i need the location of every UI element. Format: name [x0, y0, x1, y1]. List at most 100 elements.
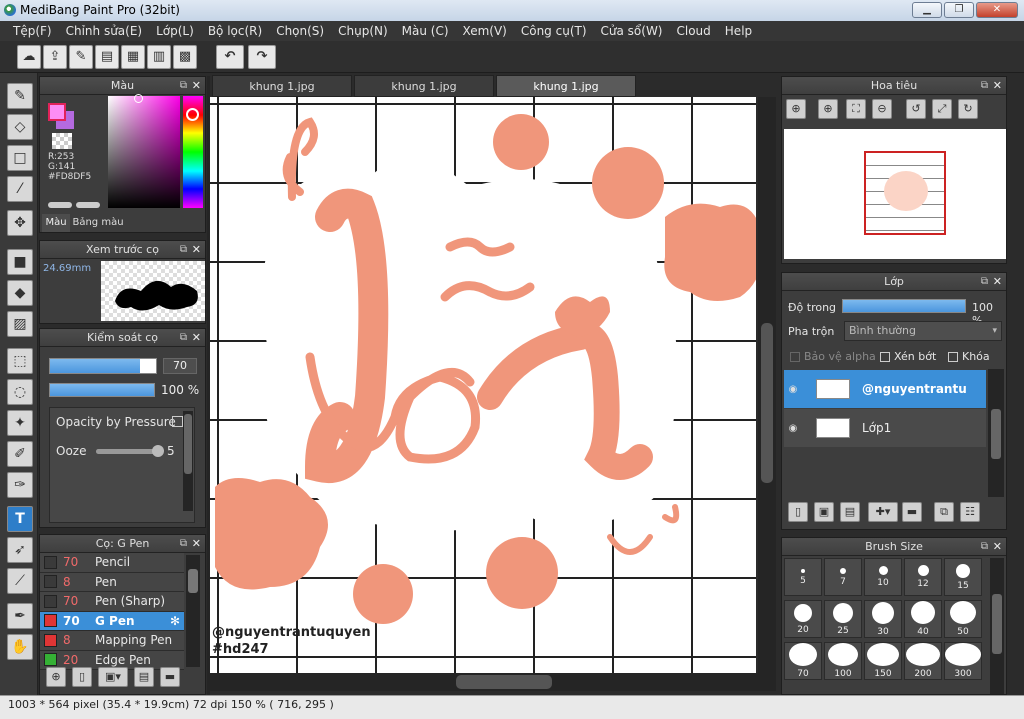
- brush-size-option[interactable]: 100: [824, 642, 862, 680]
- close-button[interactable]: ✕: [976, 2, 1018, 18]
- brush-size-option[interactable]: 5: [784, 558, 822, 596]
- fit-icon[interactable]: ⛶: [846, 99, 866, 119]
- new-layer-icon[interactable]: ▯: [788, 502, 808, 522]
- menu-select[interactable]: Chọn(S): [269, 24, 331, 38]
- menu-view[interactable]: Xem(V): [456, 24, 514, 38]
- picker-cursor[interactable]: [134, 94, 143, 103]
- primary-color-swatch[interactable]: [48, 103, 66, 121]
- eye-icon[interactable]: ◉: [784, 423, 802, 434]
- select-rect-icon[interactable]: ⬚: [7, 348, 33, 374]
- eraser-icon[interactable]: ◇: [7, 114, 33, 140]
- brush-size-option[interactable]: 15: [944, 558, 982, 596]
- rotate-right-icon[interactable]: ↻: [958, 99, 978, 119]
- lasso-icon[interactable]: ◌: [7, 379, 33, 405]
- brush-item[interactable]: 8 Mapping Pen: [40, 631, 184, 651]
- text-icon[interactable]: T: [7, 506, 33, 532]
- brush-size-option[interactable]: 150: [864, 642, 902, 680]
- menu-tools[interactable]: Công cụ(T): [514, 24, 594, 38]
- brush-item[interactable]: 70 Pen (Sharp): [40, 592, 184, 612]
- layer-row-selected[interactable]: ◉ @nguyentrantu: [784, 370, 986, 408]
- reset-icon[interactable]: ⤢: [932, 99, 952, 119]
- undock-icon[interactable]: ⧉: [180, 241, 187, 259]
- panel-close-icon[interactable]: ✕: [192, 77, 201, 95]
- menu-capture[interactable]: Chụp(N): [331, 24, 395, 38]
- brush-size-option[interactable]: 70: [784, 642, 822, 680]
- protect-alpha-checkbox[interactable]: [790, 352, 800, 362]
- menu-file[interactable]: Tệp(F): [6, 24, 59, 38]
- saturation-value-picker[interactable]: [108, 94, 180, 208]
- panel-close-icon[interactable]: ✕: [192, 535, 201, 553]
- folder-icon[interactable]: ▬: [902, 502, 922, 522]
- rectangle-icon[interactable]: □: [7, 145, 33, 171]
- menu-filter[interactable]: Bộ lọc(R): [201, 24, 269, 38]
- merge-layer-icon[interactable]: ⧉: [934, 502, 954, 522]
- brush-item-selected[interactable]: 70 G Pen ✻: [40, 611, 184, 631]
- minimize-button[interactable]: ▁: [912, 2, 942, 18]
- zoom-in-2-icon[interactable]: ⊕: [818, 99, 838, 119]
- brush-settings-icon[interactable]: ▤: [134, 667, 154, 687]
- lock-checkbox[interactable]: [948, 352, 958, 362]
- brush-size-option[interactable]: 200: [904, 642, 942, 680]
- brush-size-option[interactable]: 10: [864, 558, 902, 596]
- undock-icon[interactable]: ⧉: [180, 329, 187, 347]
- brush-item[interactable]: 8 Pen: [40, 572, 184, 592]
- add-layer-dropdown-icon[interactable]: ✚▾: [868, 502, 898, 522]
- ooze-knob[interactable]: [152, 445, 164, 457]
- rotate-left-icon[interactable]: ↺: [906, 99, 926, 119]
- magic-wand-icon[interactable]: ✦: [7, 410, 33, 436]
- navigator-preview[interactable]: [784, 129, 1006, 259]
- comment-icon[interactable]: ✎: [69, 45, 93, 69]
- tab-palette[interactable]: Bảng màu: [72, 214, 124, 232]
- folder-icon[interactable]: ▬: [160, 667, 180, 687]
- bucket-icon[interactable]: ◆: [7, 280, 33, 306]
- duplicate-layer-icon[interactable]: ▣: [814, 502, 834, 522]
- undock-icon[interactable]: ⧉: [981, 273, 988, 291]
- tab-color[interactable]: Màu: [42, 214, 70, 232]
- move-icon[interactable]: ✥: [7, 210, 33, 236]
- gear-icon[interactable]: ✻: [170, 614, 180, 628]
- layer-options-icon[interactable]: ☷: [960, 502, 980, 522]
- brush-size-option[interactable]: 300: [944, 642, 982, 680]
- maximize-button[interactable]: ❐: [944, 2, 974, 18]
- layer-scrollbar[interactable]: [988, 369, 1004, 497]
- brush-control-scrollbar[interactable]: [183, 411, 193, 511]
- brush-icon[interactable]: ✎: [7, 83, 33, 109]
- doc-tab-1[interactable]: khung 1.jpg: [212, 75, 352, 97]
- undock-icon[interactable]: ⧉: [981, 77, 988, 95]
- opacity-pressure-checkbox[interactable]: [172, 416, 183, 427]
- brush-dropdown-icon[interactable]: ▣▾: [98, 667, 128, 687]
- panel-close-icon[interactable]: ✕: [192, 329, 201, 347]
- layer-opacity-slider[interactable]: [842, 299, 966, 313]
- doc-tab-2[interactable]: khung 1.jpg: [354, 75, 494, 97]
- menu-cloud[interactable]: Cloud: [670, 24, 718, 38]
- panel-close-icon[interactable]: ✕: [993, 538, 1002, 556]
- panel-close-icon[interactable]: ✕: [993, 273, 1002, 291]
- menu-edit[interactable]: Chỉnh sửa(E): [59, 24, 150, 38]
- canvas-horizontal-scrollbar[interactable]: [210, 673, 776, 691]
- canvas-vertical-scrollbar[interactable]: [758, 97, 776, 673]
- zoom-in-icon[interactable]: ⊕: [786, 99, 806, 119]
- undock-icon[interactable]: ⧉: [180, 535, 187, 553]
- brush-size-value[interactable]: 70: [163, 358, 197, 374]
- grid-icon[interactable]: ▩: [173, 45, 197, 69]
- menu-color[interactable]: Màu (C): [395, 24, 456, 38]
- select-eraser-icon[interactable]: ✑: [7, 472, 33, 498]
- brush-item[interactable]: 70 Pencil: [40, 553, 184, 573]
- hue-slider[interactable]: [183, 96, 203, 208]
- hand-icon[interactable]: ✋: [7, 634, 33, 660]
- share-icon[interactable]: ⇪: [43, 45, 67, 69]
- panel-close-icon[interactable]: ✕: [993, 77, 1002, 95]
- ooze-slider[interactable]: [96, 445, 164, 457]
- brush-size-option[interactable]: 25: [824, 600, 862, 638]
- dot-brush-icon[interactable]: ⁄: [7, 176, 33, 202]
- menu-layer[interactable]: Lớp(L): [149, 24, 201, 38]
- gradient-icon[interactable]: ▨: [7, 311, 33, 337]
- zoom-out-icon[interactable]: ⊖: [872, 99, 892, 119]
- add-brush-icon[interactable]: ⊕: [46, 667, 66, 687]
- eye-icon[interactable]: ◉: [784, 384, 802, 395]
- brush-size-option[interactable]: 50: [944, 600, 982, 638]
- brush-size-scrollbar[interactable]: [990, 558, 1004, 694]
- eyedropper-icon[interactable]: ⟋: [7, 568, 33, 594]
- undock-icon[interactable]: ⧉: [981, 538, 988, 556]
- clip-checkbox[interactable]: [880, 352, 890, 362]
